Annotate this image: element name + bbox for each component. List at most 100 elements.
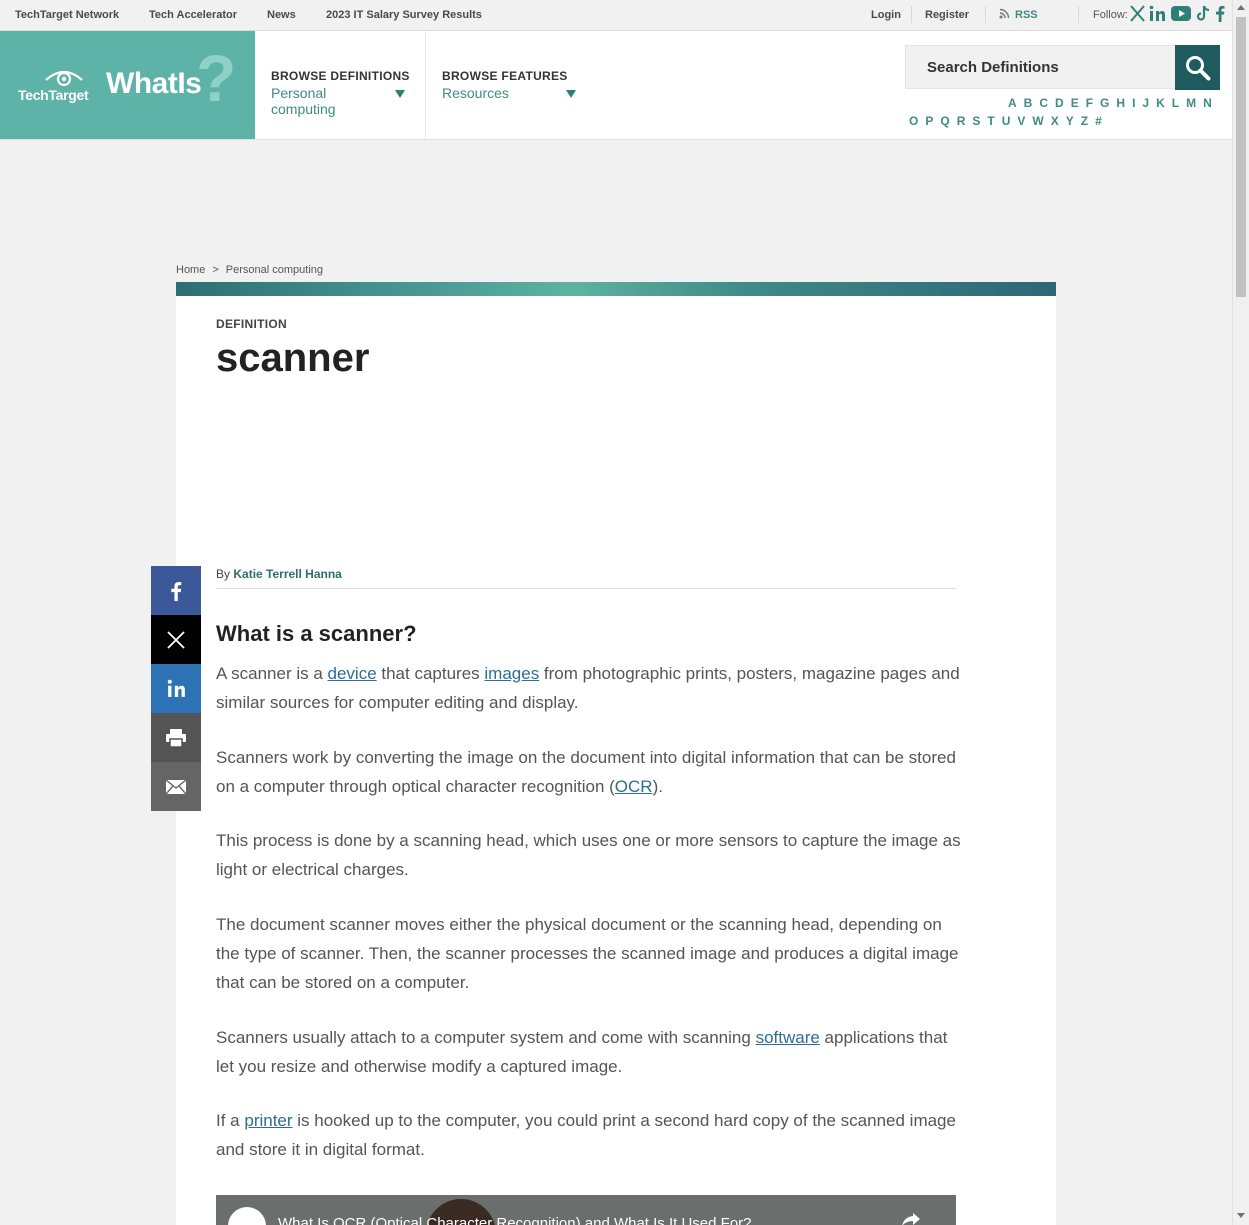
print-button[interactable] bbox=[151, 713, 201, 762]
chevron-down-icon bbox=[566, 90, 576, 98]
video-player[interactable]: What Is OCR (Optical Character Recogniti… bbox=[216, 1195, 956, 1225]
paragraph-2: Scanners work by converting the image on… bbox=[216, 743, 961, 801]
browse-features-label: BROWSE FEATURES bbox=[442, 69, 568, 83]
facebook-icon bbox=[171, 581, 182, 601]
browse-features-dropdown[interactable]: BROWSE FEATURES Resources bbox=[442, 69, 576, 101]
browse-definitions-dropdown[interactable]: BROWSE DEFINITIONS Personal computing bbox=[271, 69, 410, 117]
alpha-link[interactable]: L bbox=[1172, 96, 1179, 110]
section-heading: What is a scanner? bbox=[216, 621, 417, 646]
alpha-link[interactable]: F bbox=[1086, 96, 1093, 110]
author-link[interactable]: Katie Terrell Hanna bbox=[233, 567, 341, 581]
paragraph-3: This process is done by a scanning head,… bbox=[216, 831, 961, 879]
alpha-link[interactable]: O bbox=[909, 114, 918, 128]
alpha-link[interactable]: E bbox=[1071, 96, 1079, 110]
text: If a bbox=[216, 1111, 245, 1130]
youtube-icon[interactable] bbox=[1170, 5, 1192, 22]
alpha-link[interactable]: J bbox=[1142, 96, 1149, 110]
text: is hooked up to the computer, you could … bbox=[216, 1111, 956, 1159]
alpha-link[interactable]: Y bbox=[1066, 114, 1074, 128]
page-title: scanner bbox=[216, 336, 370, 380]
alpha-link[interactable]: Q bbox=[940, 114, 949, 128]
facebook-icon[interactable] bbox=[1215, 5, 1225, 22]
email-button[interactable] bbox=[151, 762, 201, 811]
browse-definitions-value-1: Personal bbox=[271, 85, 327, 101]
rss-link[interactable]: RSS bbox=[1015, 9, 1038, 21]
paragraph-5: Scanners usually attach to a computer sy… bbox=[216, 1023, 961, 1081]
alpha-link[interactable]: S bbox=[972, 114, 980, 128]
alpha-link[interactable]: X bbox=[1051, 114, 1059, 128]
alpha-link[interactable]: M bbox=[1186, 96, 1196, 110]
byline-by: By bbox=[216, 567, 231, 581]
alphabet-row-1: ABCDEFGHIJKLMN bbox=[1008, 96, 1219, 110]
scrollbar-thumb[interactable] bbox=[1236, 17, 1246, 297]
alpha-link[interactable]: I bbox=[1132, 96, 1135, 110]
text: that captures bbox=[376, 664, 485, 683]
salary-survey-link[interactable]: 2023 IT Salary Survey Results bbox=[326, 9, 482, 21]
alpha-link[interactable]: C bbox=[1039, 96, 1048, 110]
scroll-up-arrow[interactable] bbox=[1237, 5, 1245, 10]
tiktok-icon[interactable] bbox=[1196, 5, 1211, 22]
alpha-link[interactable]: B bbox=[1024, 96, 1033, 110]
alpha-link[interactable]: P bbox=[925, 114, 933, 128]
scrollbar[interactable] bbox=[1232, 0, 1249, 1225]
share-facebook-button[interactable] bbox=[151, 566, 201, 615]
linkedin-icon[interactable] bbox=[1149, 5, 1166, 22]
alphabet-row-2: O P Q R S T U V W X Y Z # bbox=[909, 114, 1109, 128]
alpha-link[interactable]: H bbox=[1116, 96, 1125, 110]
share-icon[interactable] bbox=[900, 1211, 922, 1225]
alpha-link[interactable]: K bbox=[1156, 96, 1165, 110]
paragraph-6: If a printer is hooked up to the compute… bbox=[216, 1106, 961, 1164]
text: A scanner is a bbox=[216, 664, 328, 683]
follow-label: Follow: bbox=[1093, 9, 1128, 21]
search-button[interactable] bbox=[1175, 45, 1220, 90]
alpha-link[interactable]: N bbox=[1203, 96, 1212, 110]
alpha-link[interactable]: T bbox=[987, 114, 994, 128]
breadcrumb-home[interactable]: Home bbox=[176, 264, 205, 276]
ocr-link[interactable]: OCR bbox=[615, 777, 653, 796]
divider bbox=[911, 6, 912, 23]
divider bbox=[985, 6, 986, 23]
search-input[interactable] bbox=[906, 46, 1167, 88]
linkedin-icon bbox=[167, 679, 185, 697]
scroll-down-arrow[interactable] bbox=[1237, 1213, 1245, 1218]
alpha-link[interactable]: Z bbox=[1081, 114, 1088, 128]
alpha-link[interactable]: G bbox=[1100, 96, 1109, 110]
alpha-link[interactable]: # bbox=[1095, 114, 1102, 128]
alpha-link[interactable]: U bbox=[1002, 114, 1011, 128]
video-title[interactable]: What Is OCR (Optical Character Recogniti… bbox=[278, 1215, 752, 1225]
divider bbox=[425, 31, 426, 139]
device-link[interactable]: device bbox=[328, 664, 377, 683]
email-icon bbox=[165, 778, 187, 794]
follow-icons bbox=[1130, 5, 1225, 22]
browse-features-value: Resources bbox=[442, 85, 509, 101]
divider bbox=[1078, 6, 1079, 23]
tech-accelerator-link[interactable]: Tech Accelerator bbox=[149, 9, 237, 21]
article-accent-bar bbox=[176, 282, 1056, 296]
share-linkedin-button[interactable] bbox=[151, 664, 201, 713]
register-link[interactable]: Register bbox=[925, 9, 969, 21]
whatis-logo[interactable]: TechTarget ? WhatIs bbox=[0, 31, 255, 139]
browse-definitions-value-2: computing bbox=[271, 101, 336, 117]
techtarget-network-link[interactable]: TechTarget Network bbox=[15, 9, 119, 21]
breadcrumb-separator: > bbox=[212, 264, 219, 276]
alpha-link[interactable]: D bbox=[1055, 96, 1064, 110]
text: Scanners usually attach to a computer sy… bbox=[216, 1028, 756, 1047]
news-link[interactable]: News bbox=[267, 9, 296, 21]
printer-link[interactable]: printer bbox=[244, 1111, 292, 1130]
breadcrumb-current[interactable]: Personal computing bbox=[226, 264, 323, 276]
top-bar: TechTarget Network Tech Accelerator News… bbox=[0, 0, 1232, 31]
alpha-link[interactable]: R bbox=[957, 114, 966, 128]
alpha-link[interactable]: A bbox=[1008, 96, 1017, 110]
x-icon[interactable] bbox=[1130, 5, 1145, 22]
whatis-wordmark: WhatIs bbox=[106, 67, 202, 100]
text: ). bbox=[652, 777, 663, 796]
share-x-button[interactable] bbox=[151, 615, 201, 664]
software-link[interactable]: software bbox=[756, 1028, 820, 1047]
text: Scanners work by converting the image on… bbox=[216, 748, 956, 796]
browse-definitions-label: BROWSE DEFINITIONS bbox=[271, 69, 410, 83]
login-link[interactable]: Login bbox=[871, 9, 901, 21]
images-link[interactable]: images bbox=[484, 664, 539, 683]
alpha-link[interactable]: W bbox=[1032, 114, 1043, 128]
alpha-link[interactable]: V bbox=[1017, 114, 1025, 128]
print-icon bbox=[166, 728, 186, 748]
